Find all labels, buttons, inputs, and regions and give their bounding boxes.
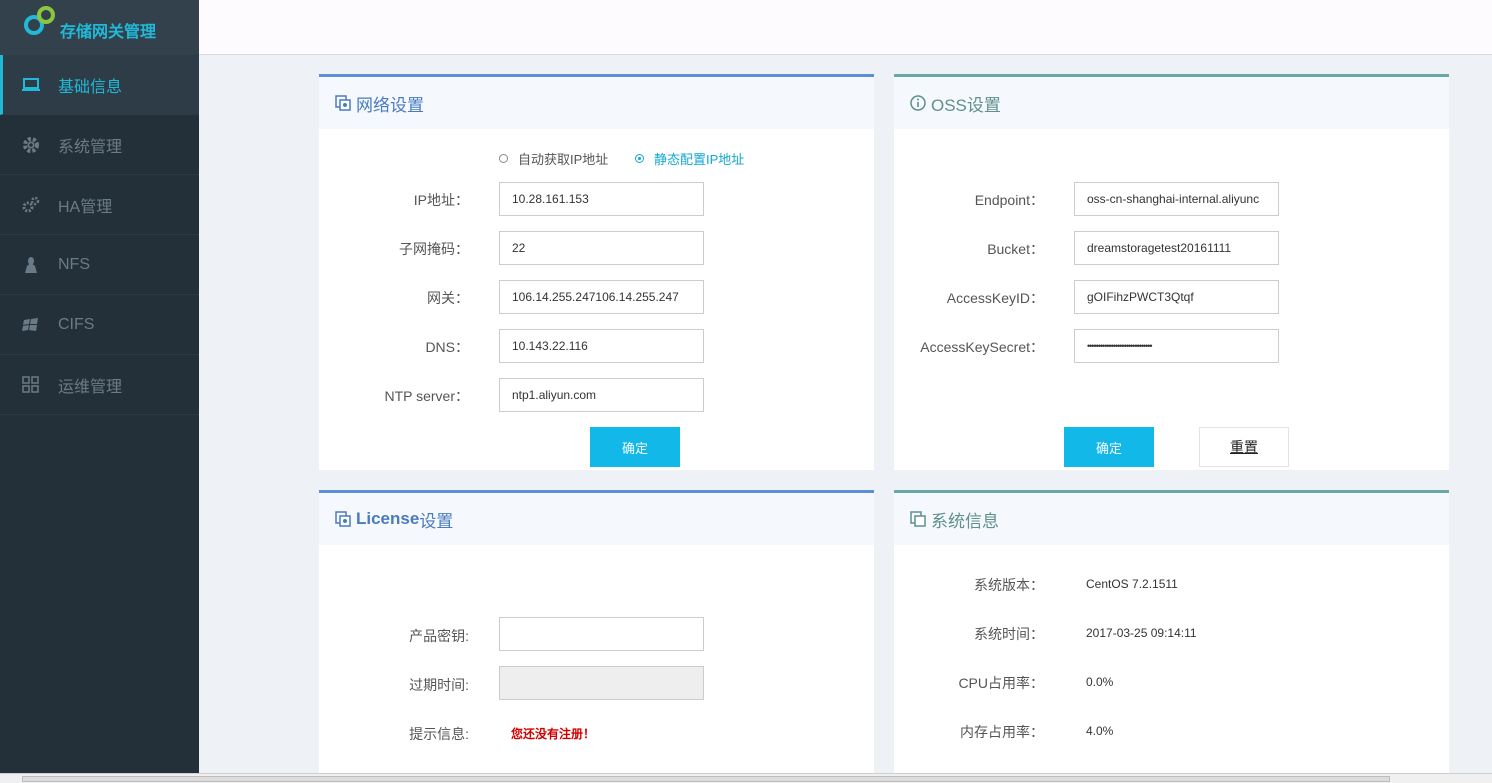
app-title: 存储网关管理 bbox=[60, 23, 157, 41]
ip-label: IP地址： bbox=[413, 192, 469, 208]
settings-copy-icon bbox=[335, 511, 351, 527]
oss-settings-panel: OSS设置 Endpoint： oss-cn-shanghai-internal… bbox=[894, 74, 1449, 470]
bucket-label: Bucket： bbox=[987, 241, 1044, 257]
scrollbar-thumb[interactable] bbox=[22, 776, 1390, 782]
ntp-label: NTP server： bbox=[384, 388, 469, 404]
endpoint-label: Endpoint： bbox=[974, 192, 1044, 208]
time-value: 2017-03-25 09:14:11 bbox=[1086, 626, 1197, 640]
logo-icon bbox=[24, 5, 55, 35]
panel-title: 网络设置 bbox=[356, 95, 424, 115]
cpu-label: CPU占用率： bbox=[958, 675, 1044, 691]
hint-message: 您还没有注册！ bbox=[511, 727, 596, 741]
access-key-id-input[interactable]: gOIFihzPWCT3Qtqf bbox=[1074, 280, 1279, 314]
version-label: 系统版本： bbox=[974, 577, 1044, 593]
sidebar-item-ha[interactable]: HA管理 bbox=[0, 175, 199, 235]
sidebar-item-nfs[interactable]: NFS bbox=[0, 235, 199, 295]
oss-confirm-button[interactable]: 确定 bbox=[1064, 427, 1154, 467]
radio-dot bbox=[635, 154, 644, 163]
license-panel: License 设置 产品密钥: 过期时间: 提示信息: 您还没有注册！ bbox=[319, 490, 874, 773]
endpoint-input[interactable]: oss-cn-shanghai-internal.aliyunc bbox=[1074, 182, 1279, 216]
dns-input[interactable]: 10.143.22.116 bbox=[499, 329, 704, 363]
sidebar-item-system[interactable]: 系统管理 bbox=[0, 115, 199, 175]
expire-time-input bbox=[499, 666, 704, 700]
radio-label: 自动获取IP地址 bbox=[518, 152, 609, 167]
time-label: 系统时间： bbox=[974, 626, 1044, 642]
grid-icon bbox=[20, 374, 42, 396]
radio-auto-ip[interactable]: 自动获取IP地址 bbox=[499, 149, 608, 168]
radio-static-ip[interactable]: 静态配置IP地址 bbox=[635, 149, 744, 168]
memory-label: 内存占用率： bbox=[960, 724, 1044, 740]
sidebar-item-label: 系统管理 bbox=[58, 138, 123, 156]
gateway-input[interactable]: 106.14.255.247106.14.255.247 bbox=[499, 280, 704, 314]
product-key-label: 产品密钥: bbox=[409, 628, 469, 644]
horizontal-scrollbar[interactable] bbox=[0, 773, 1492, 783]
product-key-input[interactable] bbox=[499, 617, 704, 651]
version-value: CentOS 7.2.1511 bbox=[1086, 577, 1178, 591]
windows-icon bbox=[20, 314, 42, 336]
sidebar-item-basic-info[interactable]: 基础信息 bbox=[0, 55, 199, 115]
dns-label: DNS： bbox=[425, 339, 469, 355]
access-key-id-label: AccessKeyID： bbox=[946, 290, 1044, 306]
settings-copy-icon bbox=[335, 95, 351, 111]
memory-value: 4.0% bbox=[1086, 724, 1114, 738]
copy-icon bbox=[910, 511, 926, 527]
linux-icon bbox=[20, 254, 42, 276]
panel-header: License 设置 bbox=[319, 493, 874, 545]
panel-title: OSS设置 bbox=[931, 95, 1001, 115]
info-icon bbox=[910, 95, 926, 111]
access-key-secret-label: AccessKeySecret： bbox=[920, 339, 1044, 355]
system-info-panel: 系统信息 系统版本： CentOS 7.2.1511 系统时间： 2017-03… bbox=[894, 490, 1449, 773]
expire-time-label: 过期时间: bbox=[409, 677, 469, 693]
logo-bar: 存储网关管理 bbox=[0, 0, 199, 55]
top-header bbox=[199, 0, 1492, 55]
gear-icon bbox=[20, 134, 42, 156]
panel-header: 系统信息 bbox=[894, 493, 1449, 545]
panel-header: OSS设置 bbox=[894, 77, 1449, 129]
bucket-input[interactable]: dreamstoragetest20161111 bbox=[1074, 231, 1279, 265]
oss-reset-button[interactable]: 重置 bbox=[1199, 427, 1289, 467]
ntp-input[interactable]: ntp1.aliyun.com bbox=[499, 378, 704, 412]
access-key-secret-input[interactable]: •••••••••••••••••••••••••••••• bbox=[1074, 329, 1279, 363]
gears-icon bbox=[20, 194, 42, 216]
panel-title: 系统信息 bbox=[931, 511, 999, 531]
network-settings-panel: 网络设置 自动获取IP地址 静态配置IP地址 IP地址： 10.28.161.1… bbox=[319, 74, 874, 470]
panel-header: 网络设置 bbox=[319, 77, 874, 129]
ip-input[interactable]: 10.28.161.153 bbox=[499, 182, 704, 216]
gateway-label: 网关： bbox=[427, 290, 469, 306]
sidebar-item-label: 运维管理 bbox=[58, 378, 123, 396]
sidebar-item-cifs[interactable]: CIFS bbox=[0, 295, 199, 355]
mask-input[interactable]: 22 bbox=[499, 231, 704, 265]
laptop-icon bbox=[20, 74, 42, 96]
sidebar: 存储网关管理 基础信息 系统管理 HA管理 NFS CIFS 运维管理 bbox=[0, 0, 199, 773]
network-confirm-button[interactable]: 确定 bbox=[590, 427, 680, 467]
mask-label: 子网掩码： bbox=[399, 241, 469, 257]
sidebar-item-label: NFS bbox=[58, 255, 90, 273]
panel-title-en: License bbox=[356, 509, 420, 528]
sidebar-item-label: HA管理 bbox=[58, 198, 113, 216]
cpu-value: 0.0% bbox=[1086, 675, 1114, 689]
radio-label: 静态配置IP地址 bbox=[654, 152, 745, 167]
sidebar-item-label: 基础信息 bbox=[58, 78, 123, 96]
panel-title-zh: 设置 bbox=[419, 511, 454, 531]
radio-dot bbox=[499, 154, 508, 163]
hint-label: 提示信息: bbox=[409, 726, 469, 742]
sidebar-item-ops[interactable]: 运维管理 bbox=[0, 355, 199, 415]
sidebar-item-label: CIFS bbox=[58, 315, 95, 333]
